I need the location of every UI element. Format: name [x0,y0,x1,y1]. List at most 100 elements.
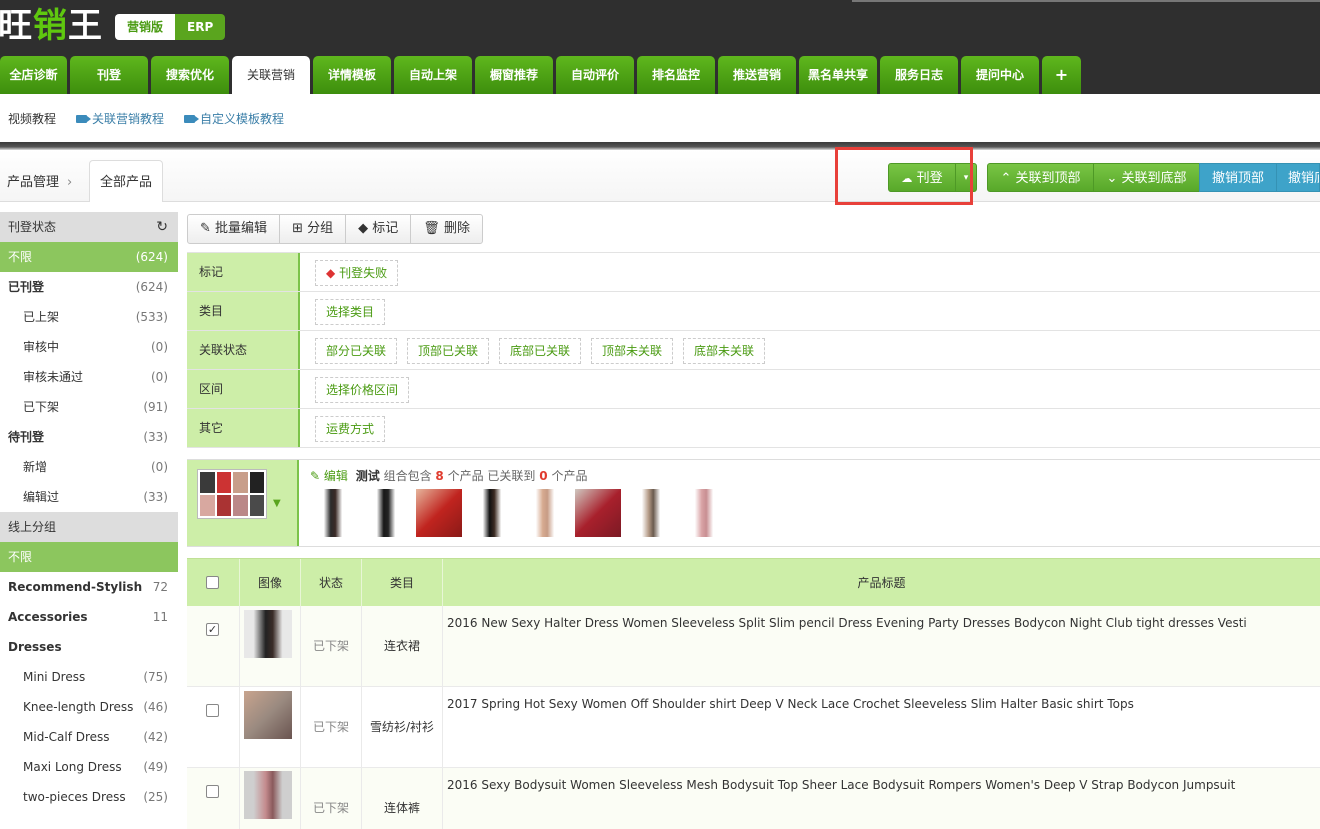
breadcrumb: 产品管理 › [7,171,72,190]
sidebar-group-mini-dress[interactable]: Mini Dress (75) [0,662,178,692]
table-row[interactable]: 已下架 连体裤 2016 Sexy Bodysuit Women Sleevel… [187,768,1320,829]
breadcrumb-product-management[interactable]: 产品管理 [7,175,59,190]
link-to-top-button[interactable]: ⌃ 关联到顶部 [987,163,1094,192]
top-divider [852,0,1320,2]
product-image[interactable] [244,691,292,739]
sidebar-group-mid-calf-dress[interactable]: Mid-Calf Dress (42) [0,722,178,752]
video-camera-icon [184,115,199,123]
tab-auto-review[interactable]: 自动评价 [556,56,634,94]
sidebar-group-dresses[interactable]: Dresses [0,632,178,662]
tab-push-marketing[interactable]: 推送营销 [718,56,796,94]
tab-question-center[interactable]: 提问中心 [961,56,1039,94]
delete-button[interactable]: 🗑 删除 [411,215,482,243]
row-status: 已下架 [301,687,362,768]
group-button[interactable]: ⊞ 分组 [280,215,347,243]
caret-down-icon[interactable]: ▼ [273,498,281,509]
tab-search-optimize[interactable]: 搜索优化 [151,56,229,94]
sidebar-item-reviewing[interactable]: 审核中 (0) [0,332,178,362]
edition-erp-tab[interactable]: ERP [175,14,226,40]
sidebar-item-edited[interactable]: 编辑过 (33) [0,482,178,512]
undo-top-button[interactable]: 撤销顶部 [1199,163,1277,192]
filter-option-partial-linked[interactable]: 部分已关联 [315,338,398,364]
row-checkbox[interactable]: ✓ [206,623,219,636]
filter-option-bottom-unlinked[interactable]: 底部未关联 [683,338,766,364]
tab-publish[interactable]: 刊登 [70,56,148,94]
filter-option-shipping[interactable]: 运费方式 [315,416,386,442]
column-title: 产品标题 [857,576,906,590]
sidebar: 刊登状态 ↻ 不限 (624) 已刊登 (624) 已上架 (533) 审核中 (0) 审… [0,212,178,829]
filter-label: 关联状态 [187,331,300,369]
tab-service-log[interactable]: 服务日志 [880,56,958,94]
app-logo[interactable]: 旺销王 [0,0,103,47]
trash-icon: 🗑 [423,221,440,236]
sidebar-item-new[interactable]: 新增 (0) [0,452,178,482]
filter-row-link-status: 关联状态 部分已关联 顶部已关联 底部已关联 顶部未关联 底部未关联 [187,331,1320,370]
sidebar-item-on-shelf[interactable]: 已上架 (533) [0,302,178,332]
tab-blacklist-share[interactable]: 黑名单共享 [799,56,877,94]
product-thumbnail[interactable] [681,489,727,537]
product-thumbnail[interactable] [469,489,515,537]
tab-window-recommend[interactable]: 橱窗推荐 [475,56,553,94]
product-image[interactable] [244,610,292,658]
column-image: 图像 [240,559,301,607]
refresh-icon[interactable]: ↻ [156,212,168,242]
filter-label: 类目 [187,292,300,330]
related-marketing-tutorial-link[interactable]: 关联营销教程 [76,110,164,127]
product-thumbnail[interactable] [310,489,356,537]
group-product-images [310,488,730,538]
tab-auto-list[interactable]: 自动上架 [394,56,472,94]
link-to-bottom-button[interactable]: ⌄ 关联到底部 [1093,163,1200,192]
row-title[interactable]: 2017 Spring Hot Sexy Women Off Shoulder … [447,697,1134,711]
edit-icon: ✎ [200,221,211,236]
table-row[interactable]: ✓ 已下架 连衣裙 2016 New Sexy Halter Dress Wom… [187,606,1320,687]
tab-all-products[interactable]: 全部产品 [89,160,163,202]
filter-option-price-range[interactable]: 选择价格区间 [315,377,410,403]
add-tab-button[interactable]: + [1042,56,1081,94]
sidebar-group-two-pieces-dress[interactable]: two-pieces Dress (25) [0,782,178,812]
table-row[interactable]: 已下架 雪纺衫/衬衫 2017 Spring Hot Sexy Women Of… [187,687,1320,768]
sidebar-item-off-shelf[interactable]: 已下架 (91) [0,392,178,422]
chevron-right-icon: › [67,175,73,190]
mark-button[interactable]: ◆ 标记 [346,215,412,243]
filter-option-select-category[interactable]: 选择类目 [315,299,386,325]
row-title[interactable]: 2016 New Sexy Halter Dress Women Sleevel… [447,616,1247,630]
product-thumbnail[interactable] [628,489,674,537]
tag-icon: ◆ [358,221,369,236]
edition-marketing-tab[interactable]: 营销版 [115,14,176,40]
sidebar-group-maxi-long-dress[interactable]: Maxi Long Dress (49) [0,752,178,782]
group-thumbnail[interactable]: ▼ [187,460,299,546]
sidebar-group-recommend-stylish[interactable]: Recommend-Stylish 72 [0,572,178,602]
product-thumbnail[interactable] [575,489,621,537]
group-edit-link[interactable]: ✎ 编辑 [310,469,348,483]
sidebar-item-published[interactable]: 已刊登 (624) [0,272,178,302]
filter-option-top-unlinked[interactable]: 顶部未关联 [591,338,674,364]
sidebar-group-accessories[interactable]: Accessories 11 [0,602,178,632]
row-checkbox[interactable] [206,785,219,798]
custom-template-tutorial-link[interactable]: 自定义模板教程 [184,110,284,127]
sidebar-item-all[interactable]: 不限 (624) [0,242,178,272]
row-category: 连体裤 [362,768,443,829]
product-thumbnail[interactable] [363,489,409,537]
filter-option-publish-failed[interactable]: ◆ 刊登失败 [315,260,399,286]
select-all-checkbox[interactable] [206,576,219,589]
filter-option-top-linked[interactable]: 顶部已关联 [407,338,490,364]
batch-edit-button[interactable]: ✎ 批量编辑 [188,215,281,243]
tab-rank-monitor[interactable]: 排名监控 [637,56,715,94]
product-image[interactable] [244,771,292,819]
sidebar-group-knee-length-dress[interactable]: Knee-length Dress (46) [0,692,178,722]
row-title[interactable]: 2016 Sexy Bodysuit Women Sleeveless Mesh… [447,778,1235,792]
sidebar-group-all[interactable]: 不限 [0,542,178,572]
filter-label: 其它 [187,409,300,447]
sidebar-item-rejected[interactable]: 审核未通过 (0) [0,362,178,392]
edition-switch: 营销版 ERP [115,14,226,40]
edit-icon: ✎ [310,469,321,483]
sidebar-item-pending[interactable]: 待刊登 (33) [0,422,178,452]
tab-detail-template[interactable]: 详情模板 [313,56,391,94]
product-thumbnail[interactable] [416,489,462,537]
tab-store-diagnosis[interactable]: 全店诊断 [0,56,67,94]
product-thumbnail[interactable] [522,489,568,537]
filter-option-bottom-linked[interactable]: 底部已关联 [499,338,582,364]
row-checkbox[interactable] [206,704,219,717]
undo-bottom-button[interactable]: 撤销底部 [1276,163,1320,192]
tab-related-marketing[interactable]: 关联营销 [232,56,310,94]
